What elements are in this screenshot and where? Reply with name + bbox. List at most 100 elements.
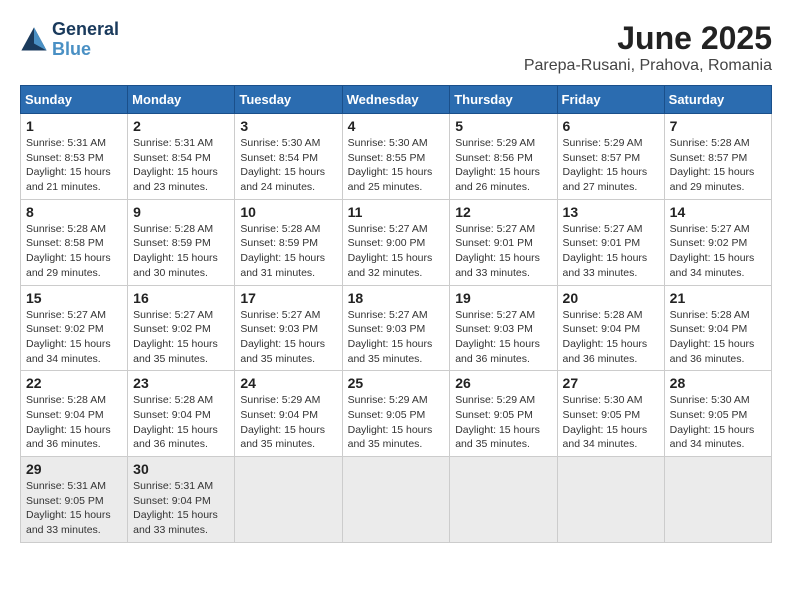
day-info: Sunrise: 5:28 AM Sunset: 8:58 PM Dayligh… <box>26 222 122 281</box>
day-number: 2 <box>133 118 229 134</box>
day-info: Sunrise: 5:27 AM Sunset: 9:01 PM Dayligh… <box>563 222 659 281</box>
day-info: Sunrise: 5:31 AM Sunset: 8:53 PM Dayligh… <box>26 136 122 195</box>
day-info: Sunrise: 5:31 AM Sunset: 9:04 PM Dayligh… <box>133 479 229 538</box>
day-number: 5 <box>455 118 551 134</box>
table-row: 28 Sunrise: 5:30 AM Sunset: 9:05 PM Dayli… <box>664 371 771 457</box>
col-tuesday: Tuesday <box>235 86 342 114</box>
table-row: 25Sunrise: 5:29 AM Sunset: 9:05 PM Dayli… <box>342 371 450 457</box>
day-number: 28 <box>670 375 766 391</box>
day-number: 7 <box>670 118 766 134</box>
day-number: 8 <box>26 204 122 220</box>
col-sunday: Sunday <box>21 86 128 114</box>
day-number: 30 <box>133 461 229 477</box>
logo-text: General Blue <box>52 20 119 60</box>
calendar-header-row: Sunday Monday Tuesday Wednesday Thursday… <box>21 86 772 114</box>
logo: General Blue <box>20 20 119 60</box>
table-row: 6 Sunrise: 5:29 AM Sunset: 8:57 PM Daylig… <box>557 114 664 200</box>
calendar-table: Sunday Monday Tuesday Wednesday Thursday… <box>20 85 772 543</box>
calendar-week-row: 1 Sunrise: 5:31 AM Sunset: 8:53 PM Daylig… <box>21 114 772 200</box>
day-number: 27 <box>563 375 659 391</box>
day-info: Sunrise: 5:30 AM Sunset: 9:05 PM Dayligh… <box>670 393 766 452</box>
table-row: 26 Sunrise: 5:29 AM Sunset: 9:05 PM Dayli… <box>450 371 557 457</box>
table-row: 30 Sunrise: 5:31 AM Sunset: 9:04 PM Dayli… <box>128 457 235 543</box>
table-row: 8 Sunrise: 5:28 AM Sunset: 8:58 PM Daylig… <box>21 199 128 285</box>
day-number: 4 <box>348 118 445 134</box>
calendar-week-row: 8 Sunrise: 5:28 AM Sunset: 8:58 PM Daylig… <box>21 199 772 285</box>
table-row: 27 Sunrise: 5:30 AM Sunset: 9:05 PM Dayli… <box>557 371 664 457</box>
table-row: 9 Sunrise: 5:28 AM Sunset: 8:59 PM Daylig… <box>128 199 235 285</box>
day-number: 24 <box>240 375 336 391</box>
calendar-week-row: 15Sunrise: 5:27 AM Sunset: 9:02 PM Dayli… <box>21 285 772 371</box>
day-info: Sunrise: 5:28 AM Sunset: 8:59 PM Dayligh… <box>133 222 229 281</box>
day-info: Sunrise: 5:29 AM Sunset: 9:05 PM Dayligh… <box>455 393 551 452</box>
table-row: 16 Sunrise: 5:27 AM Sunset: 9:02 PM Dayli… <box>128 285 235 371</box>
day-number: 25 <box>348 375 445 391</box>
col-monday: Monday <box>128 86 235 114</box>
table-row: 13 Sunrise: 5:27 AM Sunset: 9:01 PM Dayli… <box>557 199 664 285</box>
day-info: Sunrise: 5:27 AM Sunset: 9:00 PM Dayligh… <box>348 222 445 281</box>
day-number: 14 <box>670 204 766 220</box>
day-info: Sunrise: 5:27 AM Sunset: 9:02 PM Dayligh… <box>670 222 766 281</box>
day-info: Sunrise: 5:27 AM Sunset: 9:03 PM Dayligh… <box>455 308 551 367</box>
day-number: 11 <box>348 204 445 220</box>
table-row: 21 Sunrise: 5:28 AM Sunset: 9:04 PM Dayli… <box>664 285 771 371</box>
day-info: Sunrise: 5:27 AM Sunset: 9:03 PM Dayligh… <box>240 308 336 367</box>
day-number: 9 <box>133 204 229 220</box>
day-info: Sunrise: 5:27 AM Sunset: 9:02 PM Dayligh… <box>133 308 229 367</box>
table-row: 24 Sunrise: 5:29 AM Sunset: 9:04 PM Dayli… <box>235 371 342 457</box>
day-info: Sunrise: 5:28 AM Sunset: 9:04 PM Dayligh… <box>670 308 766 367</box>
day-info: Sunrise: 5:29 AM Sunset: 8:56 PM Dayligh… <box>455 136 551 195</box>
day-number: 6 <box>563 118 659 134</box>
table-row: 20 Sunrise: 5:28 AM Sunset: 9:04 PM Dayli… <box>557 285 664 371</box>
day-number: 16 <box>133 290 229 306</box>
day-number: 3 <box>240 118 336 134</box>
day-info: Sunrise: 5:27 AM Sunset: 9:02 PM Dayligh… <box>26 308 122 367</box>
table-row: 11 Sunrise: 5:27 AM Sunset: 9:00 PM Dayli… <box>342 199 450 285</box>
day-number: 12 <box>455 204 551 220</box>
table-row: 4 Sunrise: 5:30 AM Sunset: 8:55 PM Daylig… <box>342 114 450 200</box>
calendar-week-row: 22 Sunrise: 5:28 AM Sunset: 9:04 PM Dayli… <box>21 371 772 457</box>
day-info: Sunrise: 5:31 AM Sunset: 8:54 PM Dayligh… <box>133 136 229 195</box>
table-row: 22 Sunrise: 5:28 AM Sunset: 9:04 PM Dayli… <box>21 371 128 457</box>
table-row <box>235 457 342 543</box>
day-number: 26 <box>455 375 551 391</box>
table-row: 17 Sunrise: 5:27 AM Sunset: 9:03 PM Dayli… <box>235 285 342 371</box>
day-info: Sunrise: 5:30 AM Sunset: 8:55 PM Dayligh… <box>348 136 445 195</box>
day-info: Sunrise: 5:31 AM Sunset: 9:05 PM Dayligh… <box>26 479 122 538</box>
day-number: 20 <box>563 290 659 306</box>
page-header: General Blue June 2025 Parepa-Rusani, Pr… <box>20 20 772 75</box>
table-row: 15Sunrise: 5:27 AM Sunset: 9:02 PM Dayli… <box>21 285 128 371</box>
table-row <box>664 457 771 543</box>
logo-icon <box>20 26 48 54</box>
table-row: 23Sunrise: 5:28 AM Sunset: 9:04 PM Dayli… <box>128 371 235 457</box>
table-row: 12 Sunrise: 5:27 AM Sunset: 9:01 PM Dayli… <box>450 199 557 285</box>
day-info: Sunrise: 5:29 AM Sunset: 9:04 PM Dayligh… <box>240 393 336 452</box>
day-info: Sunrise: 5:28 AM Sunset: 8:57 PM Dayligh… <box>670 136 766 195</box>
day-info: Sunrise: 5:29 AM Sunset: 8:57 PM Dayligh… <box>563 136 659 195</box>
day-info: Sunrise: 5:28 AM Sunset: 9:04 PM Dayligh… <box>26 393 122 452</box>
col-thursday: Thursday <box>450 86 557 114</box>
table-row <box>342 457 450 543</box>
day-number: 22 <box>26 375 122 391</box>
day-number: 17 <box>240 290 336 306</box>
table-row: 10Sunrise: 5:28 AM Sunset: 8:59 PM Dayli… <box>235 199 342 285</box>
day-number: 10 <box>240 204 336 220</box>
table-row: 3 Sunrise: 5:30 AM Sunset: 8:54 PM Daylig… <box>235 114 342 200</box>
table-row: 14 Sunrise: 5:27 AM Sunset: 9:02 PM Dayli… <box>664 199 771 285</box>
day-info: Sunrise: 5:27 AM Sunset: 9:03 PM Dayligh… <box>348 308 445 367</box>
day-number: 1 <box>26 118 122 134</box>
day-number: 13 <box>563 204 659 220</box>
day-info: Sunrise: 5:28 AM Sunset: 9:04 PM Dayligh… <box>563 308 659 367</box>
col-wednesday: Wednesday <box>342 86 450 114</box>
day-number: 18 <box>348 290 445 306</box>
day-number: 23 <box>133 375 229 391</box>
day-info: Sunrise: 5:30 AM Sunset: 9:05 PM Dayligh… <box>563 393 659 452</box>
day-number: 29 <box>26 461 122 477</box>
day-info: Sunrise: 5:27 AM Sunset: 9:01 PM Dayligh… <box>455 222 551 281</box>
day-info: Sunrise: 5:30 AM Sunset: 8:54 PM Dayligh… <box>240 136 336 195</box>
day-number: 21 <box>670 290 766 306</box>
table-row: 7 Sunrise: 5:28 AM Sunset: 8:57 PM Daylig… <box>664 114 771 200</box>
table-row <box>450 457 557 543</box>
table-row: 1 Sunrise: 5:31 AM Sunset: 8:53 PM Daylig… <box>21 114 128 200</box>
location-title: Parepa-Rusani, Prahova, Romania <box>524 57 772 75</box>
